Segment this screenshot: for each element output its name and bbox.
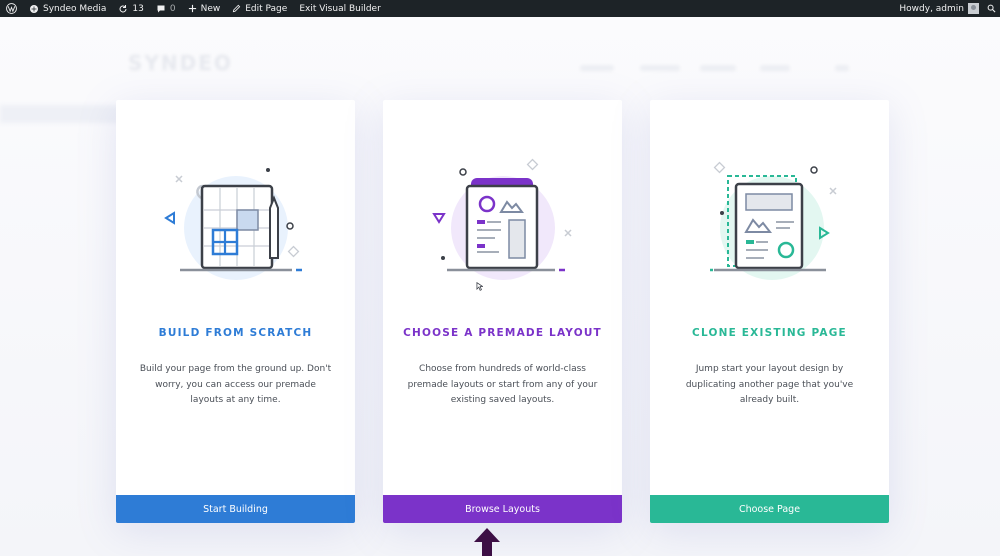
- account-menu[interactable]: Howdy, admin: [893, 0, 985, 17]
- search-button[interactable]: [985, 0, 1000, 17]
- premade-layout-illustration: [432, 158, 572, 280]
- refresh-icon: [119, 4, 127, 12]
- exit-visual-builder-link[interactable]: Exit Visual Builder: [293, 0, 386, 17]
- build-from-scratch-illustration: [164, 168, 302, 280]
- browse-layouts-button[interactable]: Browse Layouts: [383, 495, 622, 523]
- background-nav-5: [835, 65, 849, 71]
- choose-page-button[interactable]: Choose Page: [650, 495, 889, 523]
- new-label: New: [200, 3, 221, 14]
- new-content-link[interactable]: New: [182, 0, 227, 17]
- card-title: CHOOSE A PREMADE LAYOUT: [403, 327, 602, 339]
- clone-existing-page-card[interactable]: CLONE EXISTING PAGE Jump start your layo…: [650, 100, 889, 523]
- edit-page-label: Edit Page: [245, 3, 288, 14]
- site-name: Syndeo Media: [43, 3, 107, 14]
- updates-count: 13: [132, 3, 144, 14]
- comment-icon: [157, 5, 165, 12]
- admin-bar-right: Howdy, admin: [893, 0, 1000, 17]
- start-building-button[interactable]: Start Building: [116, 495, 355, 523]
- build-from-scratch-card[interactable]: BUILD FROM SCRATCH Build your page from …: [116, 100, 355, 523]
- background-nav-1: [580, 65, 614, 71]
- card-description: Choose from hundreds of world-class prem…: [407, 364, 598, 405]
- home-icon: [30, 4, 38, 13]
- site-name-link[interactable]: Syndeo Media: [23, 0, 112, 17]
- exit-visual-builder-label: Exit Visual Builder: [299, 3, 381, 14]
- background-nav-2: [640, 65, 680, 71]
- choose-premade-layout-card[interactable]: CHOOSE A PREMADE LAYOUT Choose from hund…: [383, 100, 622, 523]
- plus-icon: [188, 4, 196, 13]
- updates-link[interactable]: 13: [112, 0, 149, 17]
- card-description: Jump start your layout design by duplica…: [685, 364, 854, 405]
- greeting: Howdy, admin: [899, 3, 964, 14]
- pencil-icon: [233, 4, 241, 13]
- mouse-cursor-icon: [476, 282, 483, 291]
- wordpress-menu[interactable]: [0, 0, 23, 17]
- card-description: Build your page from the ground up. Don'…: [139, 364, 332, 405]
- card-title: BUILD FROM SCRATCH: [158, 327, 313, 339]
- search-icon: [987, 4, 996, 13]
- avatar: [968, 3, 979, 14]
- background-nav-3: [700, 65, 736, 71]
- comments-link[interactable]: 0: [150, 0, 182, 17]
- admin-bar: Syndeo Media 13 0 New Edit Page Exit Vis…: [0, 0, 1000, 17]
- background-logo: SYNDEO: [128, 51, 233, 75]
- comments-count: 0: [169, 3, 176, 14]
- edit-page-link[interactable]: Edit Page: [226, 0, 293, 17]
- background-nav-4: [760, 65, 790, 71]
- card-title: CLONE EXISTING PAGE: [692, 327, 847, 339]
- clone-page-illustration: [710, 161, 837, 280]
- arrow-up-icon: [474, 528, 500, 556]
- wordpress-icon: [6, 3, 17, 14]
